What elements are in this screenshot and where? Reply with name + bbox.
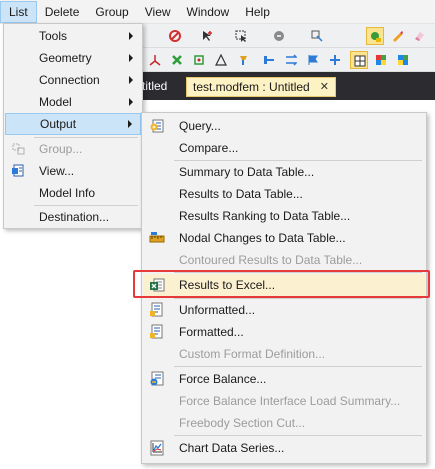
- force-balance-icon: [150, 371, 164, 386]
- box-select-icon: [235, 30, 246, 42]
- ruler-icon: [149, 232, 165, 243]
- close-icon[interactable]: ✕: [320, 78, 329, 96]
- cursor-plus-icon: [203, 31, 212, 41]
- menu-bar: List Delete Group View Window Help: [0, 0, 435, 24]
- menu-item-model-info[interactable]: Model Info: [5, 182, 141, 204]
- flag-icon: [308, 55, 318, 65]
- group-icon: [12, 143, 25, 155]
- menu-list[interactable]: List: [0, 0, 37, 23]
- menu-item-freebody-section-cut[interactable]: Freebody Section Cut...: [143, 412, 425, 434]
- view-box-icon: [311, 30, 323, 42]
- view-tool-button[interactable]: [308, 27, 326, 45]
- blue-grid-button[interactable]: [394, 51, 412, 69]
- submenu-arrow-icon: [129, 98, 133, 106]
- eraser-icon: [415, 32, 424, 41]
- triangle-icon: [215, 54, 227, 66]
- split-icon: [330, 55, 340, 65]
- menu-item-view[interactable]: View...: [5, 160, 141, 182]
- menu-help[interactable]: Help: [237, 1, 278, 23]
- arrows-tool-button[interactable]: [282, 51, 300, 69]
- eraser-tool-button[interactable]: [410, 27, 428, 45]
- color-grid-button[interactable]: [372, 51, 390, 69]
- menu-item-summary-to-data-table[interactable]: Summary to Data Table...: [143, 161, 425, 183]
- menu-item-compare[interactable]: Compare...: [143, 137, 425, 159]
- menu-item-force-balance[interactable]: Force Balance...: [143, 368, 425, 390]
- menu-item-query[interactable]: Query...: [143, 115, 425, 137]
- menu-item-output[interactable]: Output: [5, 113, 141, 135]
- menu-item-tools[interactable]: Tools: [5, 25, 141, 47]
- transform-tool-button[interactable]: [146, 51, 164, 69]
- toolbar-bottom: [140, 48, 435, 72]
- paint-tool-button[interactable]: [234, 51, 252, 69]
- submenu-arrow-icon: [129, 76, 133, 84]
- menu-item-force-balance-interface[interactable]: Force Balance Interface Load Summary...: [143, 390, 425, 412]
- cross-icon: [172, 55, 182, 65]
- menu-item-nodal-changes[interactable]: Nodal Changes to Data Table...: [143, 227, 425, 249]
- menu-item-contoured-results[interactable]: Contoured Results to Data Table...: [143, 249, 425, 271]
- menu-separator: [174, 366, 422, 367]
- highlight-tool-button[interactable]: [366, 27, 384, 45]
- cancel-tool-button[interactable]: [166, 27, 184, 45]
- emphasis-highlight-box: [133, 270, 430, 298]
- color-grid-icon: [376, 55, 386, 65]
- document-tab-strip: titled test.modfem : Untitled ✕: [140, 72, 435, 100]
- menu-item-destination[interactable]: Destination...: [5, 206, 141, 228]
- menu-item-geometry[interactable]: Geometry: [5, 47, 141, 69]
- document-icon: [150, 302, 163, 317]
- document-icon: [150, 324, 163, 339]
- node-tool-button[interactable]: [190, 51, 208, 69]
- menu-delete[interactable]: Delete: [37, 1, 88, 23]
- toolbar-top: [140, 24, 435, 48]
- grid-view-button[interactable]: [350, 51, 368, 69]
- tab-test-modfem[interactable]: test.modfem : Untitled ✕: [186, 77, 336, 97]
- pencil-tool-button[interactable]: [388, 27, 406, 45]
- menu-window[interactable]: Window: [179, 1, 238, 23]
- axis-icon: [149, 55, 161, 66]
- box-select-button[interactable]: [232, 27, 250, 45]
- flag-tool-button[interactable]: [304, 51, 322, 69]
- paint-icon: [240, 56, 247, 65]
- menu-item-formatted[interactable]: Formatted...: [143, 321, 425, 343]
- query-icon: [150, 119, 164, 133]
- blue-grid-icon: [398, 55, 408, 65]
- pencil-icon: [393, 31, 403, 42]
- no-entry-icon: [169, 30, 181, 42]
- pin-icon: [264, 56, 274, 64]
- menu-separator: [174, 435, 422, 436]
- pin-tool-button[interactable]: [260, 51, 278, 69]
- menu-item-chart-data-series[interactable]: Chart Data Series...: [143, 437, 425, 459]
- submenu-arrow-icon: [129, 32, 133, 40]
- arrows-icon: [286, 54, 297, 66]
- tab-label: test.modfem : Untitled: [193, 80, 310, 94]
- tab-untitled-partial[interactable]: titled: [142, 78, 167, 94]
- menu-item-results-ranking[interactable]: Results Ranking to Data Table...: [143, 205, 425, 227]
- menu-item-model[interactable]: Model: [5, 91, 141, 113]
- menu-item-custom-format[interactable]: Custom Format Definition...: [143, 343, 425, 365]
- menu-item-unformatted[interactable]: Unformatted...: [143, 299, 425, 321]
- grid-icon: [354, 55, 366, 67]
- view-list-icon: [12, 164, 24, 177]
- circle-arrow-icon: [274, 31, 284, 41]
- submenu-arrow-icon: [128, 120, 132, 128]
- node-grid-icon: [194, 55, 204, 65]
- submenu-arrow-icon: [129, 54, 133, 62]
- delete-tool-button[interactable]: [168, 51, 186, 69]
- chart-icon: [150, 440, 164, 456]
- split-tool-button[interactable]: [326, 51, 344, 69]
- menu-item-group[interactable]: Group...: [5, 138, 141, 160]
- menu-item-connection[interactable]: Connection: [5, 69, 141, 91]
- menu-view[interactable]: View: [137, 1, 179, 23]
- circle-tool-button[interactable]: [270, 27, 288, 45]
- menu-item-results-to-data-table[interactable]: Results to Data Table...: [143, 183, 425, 205]
- triangle-tool-button[interactable]: [212, 51, 230, 69]
- list-menu: Tools Geometry Connection Model Output G…: [3, 23, 143, 229]
- menu-group[interactable]: Group: [87, 1, 136, 23]
- pick-tool-button[interactable]: [198, 27, 216, 45]
- shape-tool-icon: [371, 32, 381, 42]
